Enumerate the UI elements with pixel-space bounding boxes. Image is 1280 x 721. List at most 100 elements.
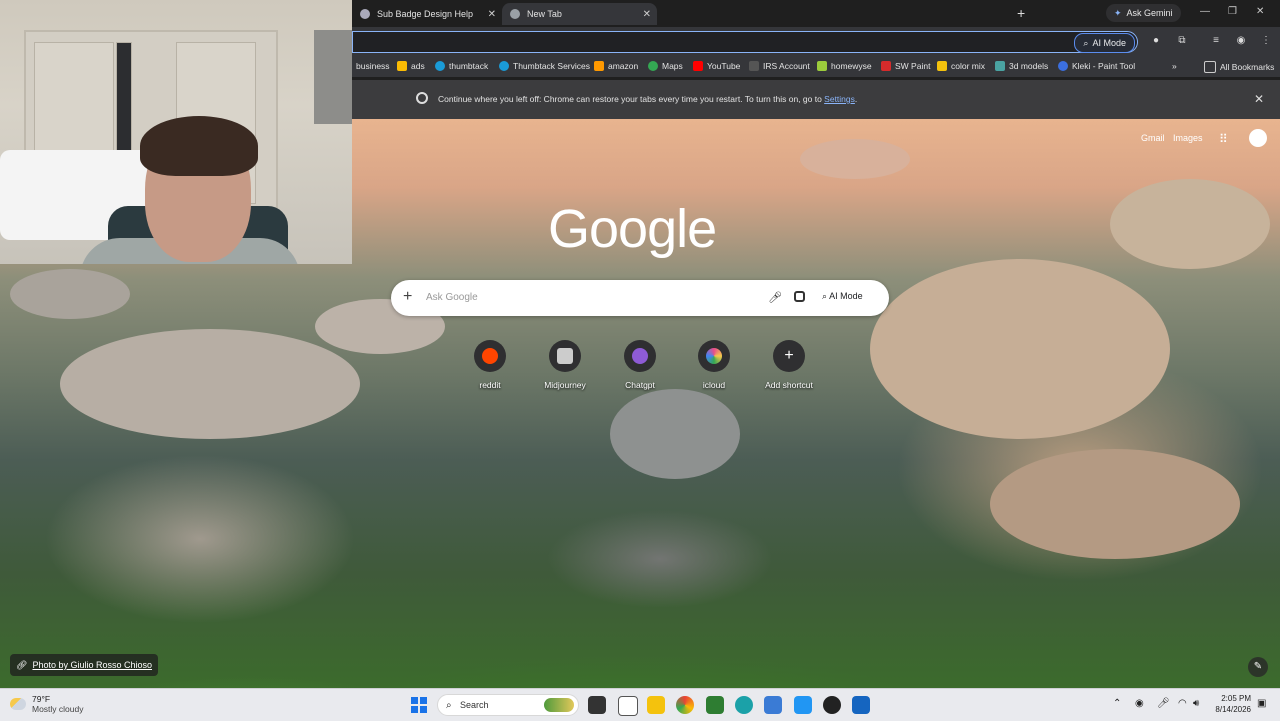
- ads-favicon-icon: [397, 61, 407, 71]
- bookmark-item[interactable]: color mix: [937, 61, 985, 71]
- task-view-icon[interactable]: [588, 696, 606, 714]
- restore-tabs-infobar: Continue where you left off: Chrome can …: [352, 80, 1280, 119]
- infobar-message: Continue where you left off: Chrome can …: [438, 94, 858, 104]
- document-app-icon[interactable]: [764, 696, 782, 714]
- windows-taskbar: 79°F Mostly cloudy ⌕ Search ⌃ ◉ 🎤︎ ◠ 🔊︎ …: [0, 688, 1280, 721]
- thumbtack-favicon-icon: [435, 61, 445, 71]
- search-box[interactable]: + Ask Google 🎤︎ ⌕ AI Mode: [391, 280, 889, 316]
- bookmark-item[interactable]: SW Paint: [881, 61, 930, 71]
- icloud-icon: [706, 348, 722, 364]
- close-tab-icon[interactable]: ✕: [488, 9, 496, 20]
- ai-mode-button[interactable]: ⌕ AI Mode: [822, 291, 863, 302]
- plus-icon: +: [784, 347, 794, 364]
- bookmarks-overflow-icon[interactable]: »: [1172, 61, 1177, 71]
- amazon-favicon-icon: [594, 61, 604, 71]
- tab-new-tab[interactable]: New Tab ✕: [502, 3, 657, 25]
- shortcut-reddit[interactable]: reddit: [460, 340, 520, 390]
- search-input[interactable]: Ask Google: [426, 292, 478, 303]
- shortcut-icloud[interactable]: icloud: [684, 340, 744, 390]
- weather-widget[interactable]: 79°F Mostly cloudy: [10, 694, 84, 714]
- folder-icon: [1204, 61, 1216, 73]
- word-icon[interactable]: [852, 696, 870, 714]
- edge-icon[interactable]: [735, 696, 753, 714]
- photos-icon[interactable]: [794, 696, 812, 714]
- plus-icon[interactable]: +: [403, 288, 412, 306]
- file-explorer-icon[interactable]: [647, 696, 665, 714]
- customize-pencil-icon[interactable]: ✎: [1248, 657, 1268, 677]
- kleki-favicon-icon: [1058, 61, 1068, 71]
- gemini-sparkle-icon: ✦: [1114, 7, 1122, 18]
- bookmark-item[interactable]: thumbtack: [435, 61, 488, 71]
- shortcut-chatgpt[interactable]: Chatgpt: [610, 340, 670, 390]
- google-lens-icon[interactable]: [794, 291, 805, 302]
- thumbtack-favicon-icon: [499, 61, 509, 71]
- bookmark-item[interactable]: Kleki - Paint Tool: [1058, 61, 1135, 71]
- bookmark-item[interactable]: business: [356, 61, 390, 71]
- taskbar-search[interactable]: ⌕ Search: [437, 694, 579, 716]
- bookmark-item[interactable]: homewyse: [817, 61, 872, 71]
- close-tab-icon[interactable]: ✕: [643, 9, 651, 20]
- minimize-icon[interactable]: —: [1200, 6, 1210, 17]
- app-icon[interactable]: [706, 696, 724, 714]
- bookmark-item[interactable]: Maps: [648, 61, 683, 71]
- tab-sub-badge[interactable]: Sub Badge Design Help ✕: [352, 3, 502, 25]
- start-button[interactable]: [411, 697, 427, 713]
- restore-icon[interactable]: ❐: [1228, 6, 1237, 17]
- 3d-models-favicon-icon: [995, 61, 1005, 71]
- webcam-overlay: [0, 0, 352, 264]
- extension-icon[interactable]: ●: [1150, 35, 1162, 47]
- images-link[interactable]: Images: [1173, 133, 1203, 143]
- clock[interactable]: 2:05 PM 8/14/2026: [1211, 693, 1251, 715]
- new-tab-plus-icon[interactable]: +: [1017, 5, 1025, 21]
- add-shortcut-button[interactable]: + Add shortcut: [759, 340, 819, 390]
- volume-icon[interactable]: 🔊︎: [1193, 698, 1199, 709]
- chrome-icon: [416, 92, 428, 104]
- all-bookmarks-button[interactable]: All Bookmarks: [1204, 61, 1274, 73]
- color-mix-favicon-icon: [937, 61, 947, 71]
- google-apps-icon[interactable]: ⠿: [1219, 133, 1231, 145]
- search-highlight-image: [544, 698, 574, 712]
- profile-icon[interactable]: ◉: [1235, 35, 1247, 47]
- tab-search-icon[interactable]: ≡: [1210, 35, 1222, 47]
- photo-credit-link[interactable]: 🔗︎ Photo by Giulio Rosso Chioso: [10, 654, 158, 676]
- midjourney-icon: [557, 348, 573, 364]
- wifi-icon[interactable]: ◠: [1178, 698, 1187, 709]
- bookmark-item[interactable]: ads: [397, 61, 425, 71]
- bookmark-item[interactable]: amazon: [594, 61, 638, 71]
- bookmark-item[interactable]: IRS Account: [749, 61, 810, 71]
- google-logo: Google: [548, 199, 717, 259]
- maps-favicon-icon: [648, 61, 658, 71]
- chatgpt-favicon-icon: [360, 9, 370, 19]
- wall-painting: [314, 30, 352, 124]
- infobar-close-icon[interactable]: ✕: [1254, 92, 1264, 106]
- bookmark-item[interactable]: YouTube: [693, 61, 740, 71]
- more-menu-icon[interactable]: ⋮: [1260, 35, 1272, 47]
- ai-mode-icon: ⌕: [1083, 37, 1089, 48]
- youtube-favicon-icon: [693, 61, 703, 71]
- account-avatar[interactable]: [1249, 129, 1267, 147]
- gmail-link[interactable]: Gmail: [1141, 133, 1165, 143]
- chatgpt-icon: [632, 348, 648, 364]
- notifications-icon[interactable]: ▣: [1257, 698, 1266, 709]
- puzzle-extensions-icon[interactable]: ⧉: [1176, 35, 1188, 47]
- search-icon: ⌕: [446, 700, 452, 711]
- notepad-icon[interactable]: [618, 696, 638, 716]
- tab-title: Sub Badge Design Help: [377, 9, 474, 19]
- window-close-icon[interactable]: ✕: [1256, 6, 1264, 17]
- settings-link[interactable]: Settings: [824, 94, 855, 104]
- microphone-icon[interactable]: 🎤︎: [768, 291, 782, 304]
- shortcut-midjourney[interactable]: Midjourney: [535, 340, 595, 390]
- bookmark-item[interactable]: Thumbtack Services: [499, 61, 590, 71]
- ask-gemini-button[interactable]: ✦ Ask Gemini: [1106, 4, 1181, 22]
- ai-mode-icon: ⌕: [822, 291, 828, 301]
- tray-app-icon[interactable]: ◉: [1135, 698, 1144, 709]
- tray-overflow-icon[interactable]: ⌃: [1113, 698, 1121, 709]
- bookmark-item[interactable]: 3d models: [995, 61, 1048, 71]
- microphone-tray-icon[interactable]: 🎤︎: [1157, 698, 1170, 709]
- record-app-icon[interactable]: [823, 696, 841, 714]
- chrome-taskbar-icon[interactable]: [676, 696, 694, 714]
- address-bar[interactable]: ⌕ AI Mode: [352, 31, 1138, 53]
- bookmarks-bar: business ads thumbtack Thumbtack Service…: [352, 57, 1280, 77]
- sw-paint-favicon-icon: [881, 61, 891, 71]
- omnibox-ai-mode-button[interactable]: ⌕ AI Mode: [1074, 33, 1135, 53]
